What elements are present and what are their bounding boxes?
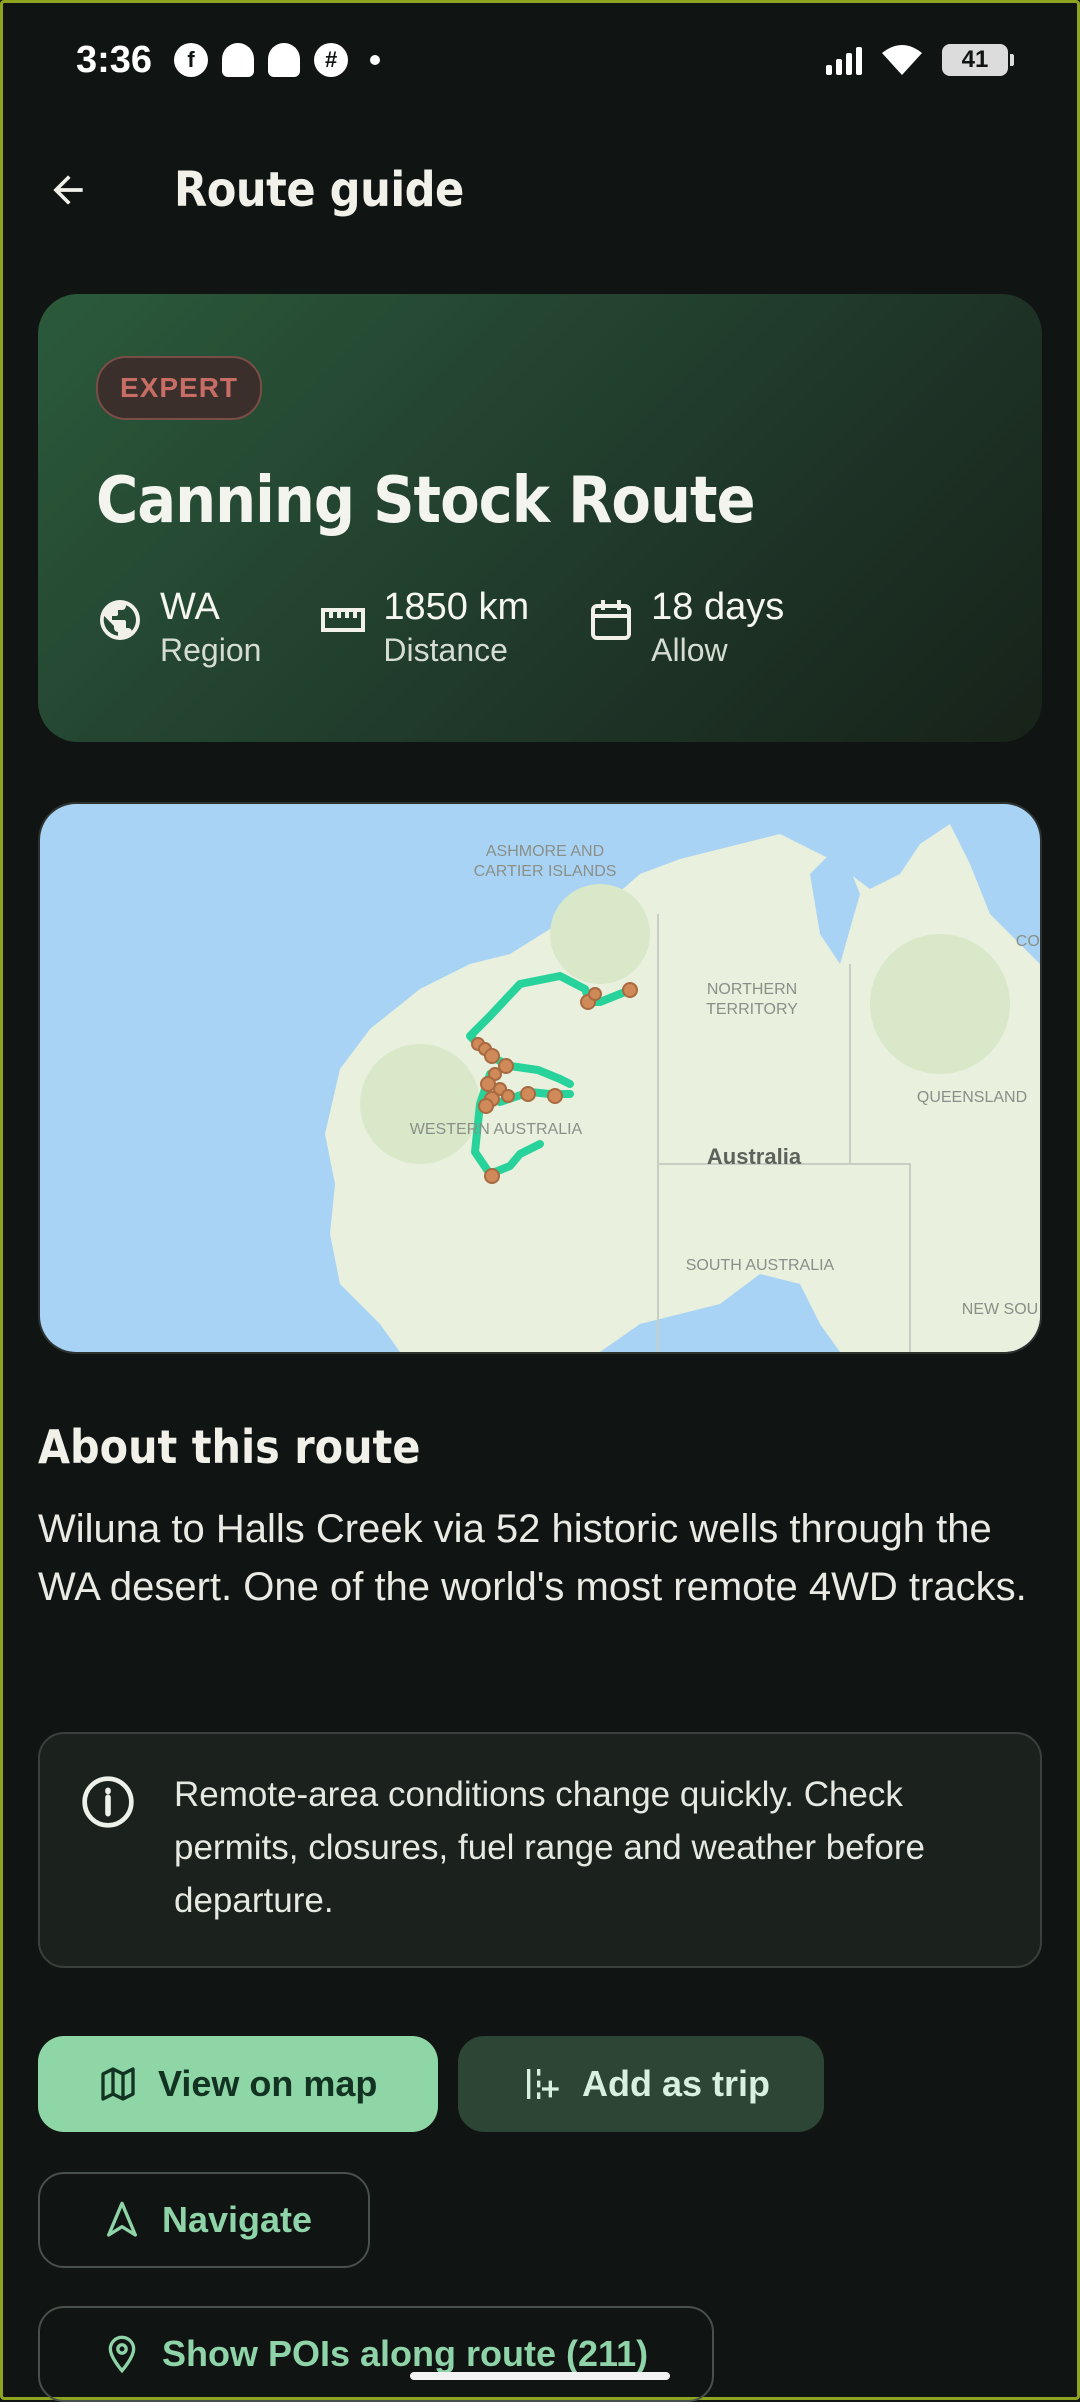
notification-icons: f # bbox=[174, 43, 381, 77]
map-terrain bbox=[360, 1044, 480, 1164]
wifi-icon bbox=[882, 45, 922, 75]
stat-distance-value: 1850 km bbox=[383, 586, 530, 628]
more-notifications-dot bbox=[370, 55, 381, 65]
map-label: ASHMORE AND bbox=[486, 843, 604, 860]
difficulty-badge: EXPERT bbox=[96, 356, 263, 420]
add-as-trip-button[interactable]: Add as trip bbox=[458, 2036, 824, 2132]
battery-level: 41 bbox=[961, 46, 989, 73]
route-name: Canning Stock Route bbox=[96, 464, 756, 538]
stat-distance: 1850 km Distance bbox=[319, 584, 529, 670]
gesture-nav-handle[interactable] bbox=[410, 2372, 670, 2380]
view-on-map-button[interactable]: View on map bbox=[38, 2036, 438, 2132]
map-label: WESTERN AUSTRALIA bbox=[410, 1121, 583, 1138]
about-heading: About this route bbox=[38, 1420, 421, 1474]
route-stats: WA Region 1850 km Distance 18 days Allow bbox=[96, 584, 842, 670]
navigate-label: Navigate bbox=[162, 2199, 313, 2240]
navigate-button[interactable]: Navigate bbox=[38, 2172, 370, 2268]
snapchat-icon bbox=[268, 43, 301, 77]
view-on-map-label: View on map bbox=[158, 2063, 378, 2104]
map-country-label: Australia bbox=[707, 1144, 802, 1169]
signal-icon bbox=[826, 45, 862, 75]
back-button[interactable] bbox=[40, 162, 96, 218]
safety-notice-text: Remote-area conditions change quickly. C… bbox=[174, 1775, 925, 1920]
map-label: COI bbox=[1016, 933, 1040, 950]
system-icons: 41 bbox=[826, 43, 1014, 77]
safety-notice: Remote-area conditions change quickly. C… bbox=[38, 1732, 1042, 1968]
facebook-icon: f bbox=[174, 43, 209, 77]
stat-distance-label: Distance bbox=[383, 632, 508, 668]
status-time: 3:36 bbox=[76, 38, 153, 81]
map-label: NEW SOU bbox=[962, 1301, 1038, 1318]
show-pois-label: Show POIs along route (211) bbox=[162, 2333, 649, 2374]
page-title: Route guide bbox=[174, 162, 464, 218]
stat-duration-label: Allow bbox=[651, 632, 728, 668]
battery-icon: 41 bbox=[942, 44, 1014, 76]
arrow-back-icon bbox=[53, 175, 83, 205]
about-description: Wiluna to Halls Creek via 52 historic we… bbox=[38, 1507, 1027, 1609]
map-terrain bbox=[870, 934, 1010, 1074]
app-bar: Route guide bbox=[0, 150, 1080, 230]
snapchat-icon bbox=[222, 43, 255, 77]
stat-region-label: Region bbox=[160, 632, 262, 668]
add-as-trip-label: Add as trip bbox=[582, 2063, 771, 2104]
globe-icon bbox=[100, 600, 140, 640]
location-pin-icon bbox=[108, 2335, 136, 2374]
map-label: TERRITORY bbox=[706, 1001, 798, 1018]
stat-duration: 18 days Allow bbox=[587, 584, 784, 670]
map-label: NORTHERN bbox=[707, 981, 797, 998]
navigation-arrow-icon bbox=[107, 2201, 137, 2237]
show-pois-button[interactable]: Show POIs along route (211) bbox=[38, 2306, 714, 2402]
status-bar: 3:36 f # 41 bbox=[76, 30, 1014, 90]
stat-region-value: WA bbox=[160, 586, 220, 628]
calendar-icon bbox=[591, 600, 632, 640]
stat-duration-value: 18 days bbox=[651, 586, 785, 628]
info-icon bbox=[82, 1776, 134, 1828]
add-trip-icon bbox=[527, 2069, 559, 2099]
map-label: CARTIER ISLANDS bbox=[474, 863, 617, 880]
ruler-icon bbox=[321, 608, 366, 632]
stat-region: WA Region bbox=[96, 584, 261, 670]
map-label: SOUTH AUSTRALIA bbox=[686, 1257, 835, 1274]
map-terrain bbox=[550, 884, 650, 984]
map-label: QUEENSLAND bbox=[917, 1089, 1027, 1106]
app-icon: # bbox=[314, 43, 349, 77]
map-icon bbox=[101, 2067, 135, 2101]
route-map-preview[interactable]: ASHMORE AND CARTIER ISLANDS NORTHERN TER… bbox=[38, 802, 1042, 1354]
route-summary-card: EXPERT Canning Stock Route WA Region 185… bbox=[38, 294, 1042, 742]
